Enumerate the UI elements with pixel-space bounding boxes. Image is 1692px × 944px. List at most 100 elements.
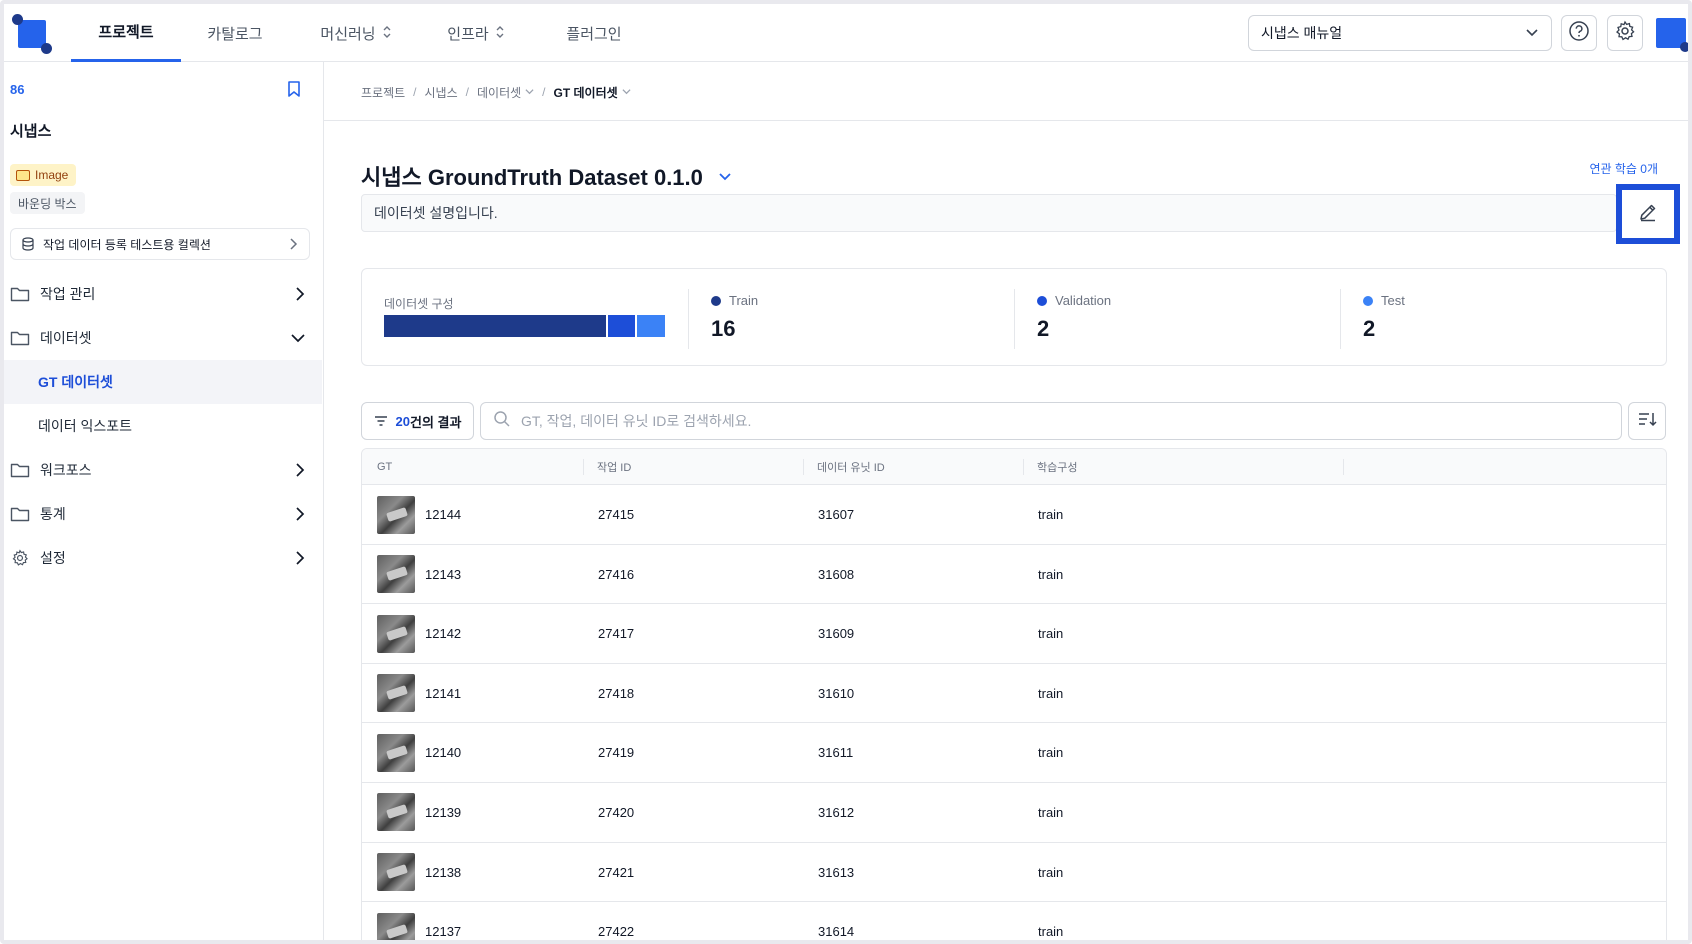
gt-id: 12144 bbox=[425, 507, 462, 522]
folder-icon bbox=[10, 462, 30, 478]
help-button[interactable] bbox=[1561, 15, 1597, 51]
pencil-icon bbox=[1637, 201, 1659, 228]
sidebar-item-stats[interactable]: 통계 bbox=[4, 492, 322, 536]
tab-infra[interactable]: 인프라 bbox=[434, 4, 518, 62]
gt-id: 12141 bbox=[425, 685, 462, 701]
folder-icon bbox=[10, 330, 30, 346]
user-avatar[interactable] bbox=[1654, 16, 1688, 52]
split-value: train bbox=[1038, 507, 1064, 522]
top-navigation: 프로젝트 카탈로그 머신러닝 인프라 플러그인 시냅스 매뉴얼 bbox=[4, 4, 1688, 62]
chevron-down-icon bbox=[622, 87, 631, 98]
tab-label: 플러그인 bbox=[566, 25, 622, 43]
gear-icon bbox=[10, 549, 30, 567]
breadcrumb-current[interactable]: GT 데이터셋 bbox=[554, 84, 618, 101]
gt-table: GT 작업 ID 데이터 유닛 ID 학습구성 12144 27415 3160… bbox=[361, 448, 1667, 940]
train-segment bbox=[384, 315, 606, 337]
table-row[interactable]: 12138 27421 31613 train bbox=[362, 843, 1666, 903]
task-id: 27418 bbox=[598, 685, 635, 701]
linked-training-link[interactable]: 연관 학습 0개 bbox=[1589, 160, 1658, 177]
sidebar-item-label: 설정 bbox=[40, 550, 66, 566]
annotation-type-badge: 바운딩 박스 bbox=[10, 192, 85, 214]
split-value: train bbox=[1038, 924, 1064, 940]
validation-label: Validation bbox=[1055, 293, 1112, 308]
app-logo[interactable] bbox=[12, 14, 52, 54]
sidebar-item-dataset[interactable]: 데이터셋 bbox=[4, 316, 322, 360]
split-value: train bbox=[1038, 566, 1064, 582]
thumbnail-image bbox=[377, 853, 415, 892]
gt-id: 12143 bbox=[425, 566, 462, 582]
sidebar-item-gt-dataset[interactable]: GT 데이터셋 bbox=[4, 360, 322, 404]
tab-machine-learning[interactable]: 머신러닝 bbox=[304, 4, 408, 62]
sidebar-item-workforce[interactable]: 워크포스 bbox=[4, 448, 322, 492]
composition-bar bbox=[384, 315, 665, 337]
edit-description-button[interactable] bbox=[1616, 184, 1680, 244]
sort-button[interactable] bbox=[1628, 402, 1666, 440]
tab-project[interactable]: 프로젝트 bbox=[71, 4, 181, 62]
chevron-down-icon bbox=[1525, 25, 1539, 42]
dataset-composition-card: 데이터셋 구성 Train 16 Validation 2 Test 2 bbox=[361, 268, 1667, 366]
version-dropdown-icon[interactable] bbox=[717, 168, 733, 184]
gt-id: 12137 bbox=[425, 924, 462, 940]
gt-id: 12138 bbox=[425, 864, 462, 880]
table-row[interactable]: 12143 27416 31608 train bbox=[362, 545, 1666, 605]
unit-id: 31614 bbox=[818, 924, 855, 940]
dataset-title: 시냅스 GroundTruth Dataset 0.1.0 bbox=[361, 160, 733, 192]
manual-select-value: 시냅스 매뉴얼 bbox=[1261, 25, 1343, 41]
thumbnail-image bbox=[377, 912, 415, 940]
chevron-down-icon bbox=[525, 87, 534, 98]
breadcrumb-item[interactable]: 프로젝트 bbox=[361, 84, 405, 101]
column-header-gt[interactable]: GT bbox=[377, 449, 392, 485]
bookmark-icon[interactable] bbox=[286, 80, 302, 103]
sidebar-item-settings[interactable]: 설정 bbox=[4, 536, 322, 580]
table-row[interactable]: 12137 27422 31614 train bbox=[362, 902, 1666, 940]
task-id: 27415 bbox=[598, 507, 635, 522]
search-field[interactable] bbox=[480, 402, 1622, 440]
search-icon bbox=[493, 410, 511, 433]
validation-dot bbox=[1037, 295, 1047, 306]
collection-link[interactable]: 작업 데이터 등록 테스트용 컬렉션 bbox=[10, 228, 310, 260]
manual-select[interactable]: 시냅스 매뉴얼 bbox=[1248, 15, 1552, 51]
column-header-split[interactable]: 학습구성 bbox=[1037, 449, 1077, 485]
split-value: train bbox=[1038, 804, 1064, 820]
breadcrumb-item[interactable]: 시냅스 bbox=[425, 84, 458, 101]
test-count: 2 bbox=[1363, 316, 1376, 341]
unit-id: 31612 bbox=[818, 804, 855, 820]
sidebar: 86 시냅스 Image 바운딩 박스 작업 데이터 등록 테스트용 컬렉션 작… bbox=[4, 62, 324, 940]
validation-segment bbox=[608, 315, 635, 337]
column-header-unit-id[interactable]: 데이터 유닛 ID bbox=[817, 449, 885, 485]
tab-catalog[interactable]: 카탈로그 bbox=[189, 4, 281, 62]
train-stat: Train 16 bbox=[688, 289, 758, 349]
sidebar-item-label: 통계 bbox=[40, 506, 66, 522]
tab-label: 머신러닝 bbox=[320, 25, 376, 43]
table-row[interactable]: 12141 27418 31610 train bbox=[362, 664, 1666, 724]
tab-label: 프로젝트 bbox=[98, 24, 154, 41]
table-row[interactable]: 12139 27420 31612 train bbox=[362, 783, 1666, 843]
thumbnail-image bbox=[377, 674, 415, 713]
filter-button[interactable]: 20 건의 결과 bbox=[361, 402, 474, 440]
chevron-right-icon bbox=[287, 237, 299, 254]
tab-plugin[interactable]: 플러그인 bbox=[552, 4, 636, 62]
chevron-right-icon bbox=[294, 550, 306, 566]
task-id: 27421 bbox=[598, 864, 635, 880]
task-id: 27417 bbox=[598, 626, 635, 642]
composition-label: 데이터셋 구성 bbox=[384, 297, 454, 311]
tab-label: 카탈로그 bbox=[207, 25, 263, 43]
project-name: 시냅스 bbox=[10, 123, 52, 140]
test-stat: Test 2 bbox=[1340, 289, 1405, 349]
search-input[interactable] bbox=[521, 413, 1609, 429]
table-row[interactable]: 12142 27417 31609 train bbox=[362, 604, 1666, 664]
train-count: 16 bbox=[711, 316, 736, 341]
table-row[interactable]: 12144 27415 31607 train bbox=[362, 485, 1666, 545]
sidebar-item-work[interactable]: 작업 관리 bbox=[4, 272, 322, 316]
collection-label: 작업 데이터 등록 테스트용 컬렉션 bbox=[43, 237, 211, 252]
column-header-task-id[interactable]: 작업 ID bbox=[597, 449, 631, 485]
divider bbox=[324, 120, 1688, 121]
sidebar-item-data-export[interactable]: 데이터 익스포트 bbox=[4, 404, 322, 448]
task-id: 27416 bbox=[598, 566, 635, 582]
thumbnail-image bbox=[377, 614, 415, 653]
table-row[interactable]: 12140 27419 31611 train bbox=[362, 723, 1666, 783]
unit-id: 31610 bbox=[818, 685, 855, 701]
settings-button[interactable] bbox=[1607, 15, 1643, 51]
breadcrumb-item[interactable]: 데이터셋 bbox=[477, 84, 521, 101]
test-dot bbox=[1363, 295, 1373, 306]
